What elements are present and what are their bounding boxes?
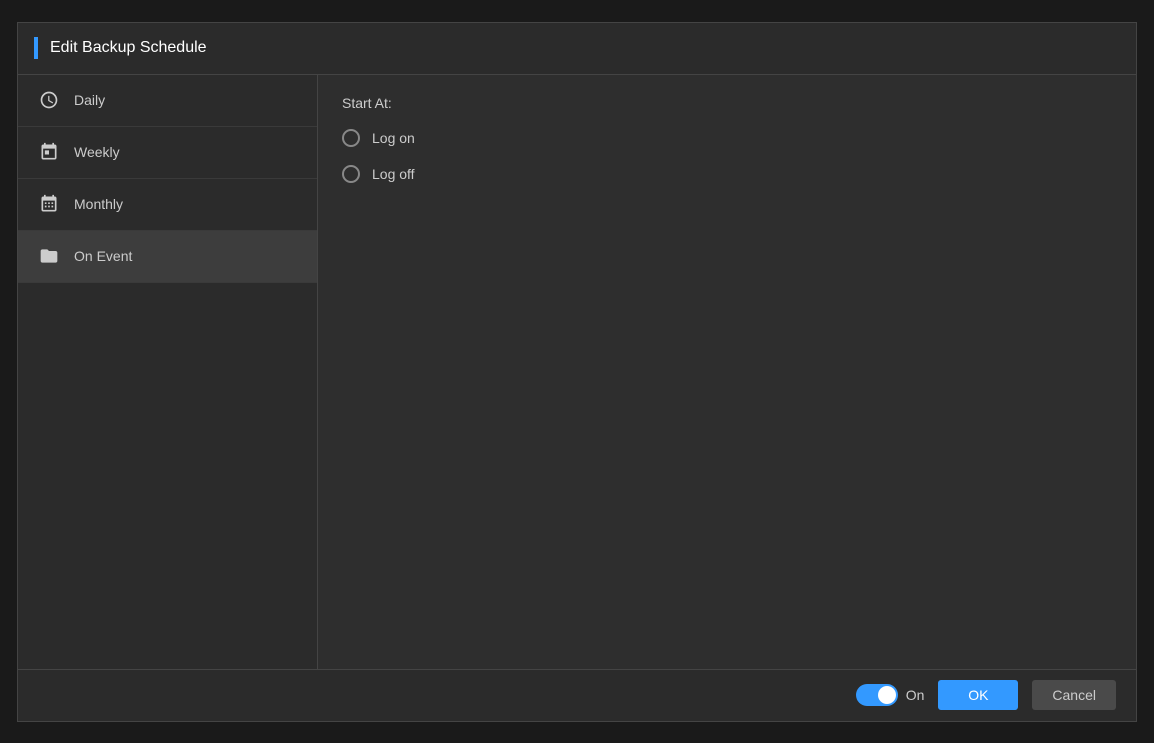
radio-log-off[interactable] xyxy=(342,165,360,183)
radio-log-on[interactable] xyxy=(342,129,360,147)
folder-icon xyxy=(38,245,60,267)
radio-group: Log on Log off xyxy=(342,129,1112,183)
on-off-toggle[interactable] xyxy=(856,684,898,706)
header-accent xyxy=(34,37,38,59)
ok-button[interactable]: OK xyxy=(938,680,1018,710)
sidebar-on-event-label: On Event xyxy=(74,248,132,264)
sidebar-daily-label: Daily xyxy=(74,92,105,108)
main-content: Start At: Log on Log off xyxy=(318,75,1136,669)
sidebar-weekly-label: Weekly xyxy=(74,144,120,160)
toggle-knob xyxy=(878,686,896,704)
calendar-week-icon xyxy=(38,141,60,163)
radio-log-off-label: Log off xyxy=(372,166,415,182)
dialog-title: Edit Backup Schedule xyxy=(50,39,207,57)
start-at-label: Start At: xyxy=(342,95,1112,111)
sidebar: Daily Weekly Monthly xyxy=(18,75,318,669)
dialog-footer: On OK Cancel xyxy=(18,669,1136,721)
radio-item-log-off[interactable]: Log off xyxy=(342,165,1112,183)
dialog-body: Daily Weekly Monthly xyxy=(18,75,1136,669)
toggle-container: On xyxy=(856,684,925,706)
clock-icon xyxy=(38,89,60,111)
radio-item-log-on[interactable]: Log on xyxy=(342,129,1112,147)
calendar-month-icon xyxy=(38,193,60,215)
sidebar-item-daily[interactable]: Daily xyxy=(18,75,317,127)
cancel-button[interactable]: Cancel xyxy=(1032,680,1116,710)
toggle-label: On xyxy=(906,687,925,703)
radio-log-on-label: Log on xyxy=(372,130,415,146)
sidebar-item-monthly[interactable]: Monthly xyxy=(18,179,317,231)
sidebar-monthly-label: Monthly xyxy=(74,196,123,212)
edit-backup-schedule-dialog: Edit Backup Schedule Daily xyxy=(17,22,1137,722)
dialog-header: Edit Backup Schedule xyxy=(18,23,1136,75)
sidebar-item-on-event[interactable]: On Event xyxy=(18,231,317,283)
sidebar-item-weekly[interactable]: Weekly xyxy=(18,127,317,179)
